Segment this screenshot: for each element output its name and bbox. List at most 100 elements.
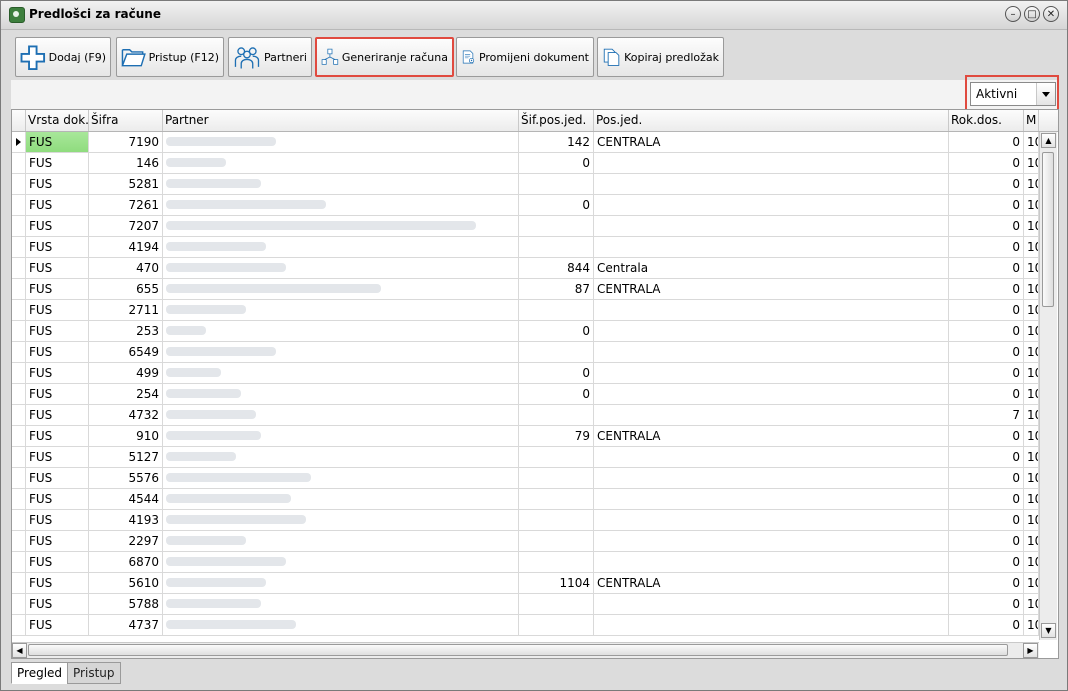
- cell-sifpos[interactable]: [519, 468, 594, 488]
- cell-posjed[interactable]: CENTRALA: [594, 573, 949, 593]
- cell-sifra[interactable]: 6870: [89, 552, 163, 572]
- cell-rok[interactable]: 0: [949, 279, 1024, 299]
- cell-partner[interactable]: [163, 552, 519, 572]
- cell-sifra[interactable]: 910: [89, 426, 163, 446]
- row-indicator[interactable]: [12, 237, 26, 257]
- cell-sifpos[interactable]: 0: [519, 321, 594, 341]
- cell-sifpos[interactable]: 87: [519, 279, 594, 299]
- current-row-indicator[interactable]: [12, 132, 26, 152]
- cell-vrsta[interactable]: FUS: [26, 342, 89, 362]
- cell-rok[interactable]: 0: [949, 615, 1024, 635]
- cell-posjed[interactable]: Centrala: [594, 258, 949, 278]
- cell-posjed[interactable]: [594, 468, 949, 488]
- cell-partner[interactable]: [163, 342, 519, 362]
- cell-sifra[interactable]: 2297: [89, 531, 163, 551]
- row-indicator[interactable]: [12, 468, 26, 488]
- change-document-button[interactable]: Promijeni dokument: [456, 37, 594, 77]
- cell-sifpos[interactable]: [519, 237, 594, 257]
- cell-vrsta[interactable]: FUS: [26, 615, 89, 635]
- cell-posjed[interactable]: CENTRALA: [594, 132, 949, 152]
- cell-rok[interactable]: 0: [949, 258, 1024, 278]
- cell-rok[interactable]: 0: [949, 447, 1024, 467]
- col-header-sifra[interactable]: Šifra: [89, 110, 163, 131]
- cell-vrsta[interactable]: FUS: [26, 279, 89, 299]
- cell-vrsta[interactable]: FUS: [26, 237, 89, 257]
- table-row[interactable]: FUS2711 010: [12, 300, 1039, 321]
- cell-vrsta[interactable]: FUS: [26, 384, 89, 404]
- cell-sifpos[interactable]: 0: [519, 384, 594, 404]
- cell-vrsta[interactable]: FUS: [26, 552, 89, 572]
- scroll-up-icon[interactable]: ▲: [1041, 133, 1056, 148]
- table-row[interactable]: FUS470 844Centrala010: [12, 258, 1039, 279]
- cell-rok[interactable]: 0: [949, 531, 1024, 551]
- cell-rok[interactable]: 0: [949, 573, 1024, 593]
- cell-rok[interactable]: 0: [949, 384, 1024, 404]
- cell-vrsta[interactable]: FUS: [26, 321, 89, 341]
- scroll-down-icon[interactable]: ▼: [1041, 623, 1056, 638]
- cell-sifra[interactable]: 6549: [89, 342, 163, 362]
- generate-invoices-button[interactable]: Generiranje računa: [315, 37, 454, 77]
- cell-posjed[interactable]: [594, 237, 949, 257]
- cell-partner[interactable]: [163, 447, 519, 467]
- cell-partner[interactable]: [163, 132, 519, 152]
- row-indicator[interactable]: [12, 258, 26, 278]
- cell-sifra[interactable]: 146: [89, 153, 163, 173]
- cell-sifra[interactable]: 4732: [89, 405, 163, 425]
- table-row[interactable]: FUS1460010: [12, 153, 1039, 174]
- cell-vrsta[interactable]: FUS: [26, 405, 89, 425]
- tab-pristup[interactable]: Pristup: [67, 662, 121, 684]
- cell-sifra[interactable]: 5127: [89, 447, 163, 467]
- col-header-rokdos[interactable]: Rok.dos.: [949, 110, 1024, 131]
- col-header-vrsta[interactable]: Vrsta dok.: [26, 110, 89, 131]
- add-button[interactable]: Dodaj (F9): [15, 37, 111, 77]
- cell-rok[interactable]: 0: [949, 195, 1024, 215]
- cell-posjed[interactable]: CENTRALA: [594, 426, 949, 446]
- cell-partner[interactable]: [163, 363, 519, 383]
- table-row[interactable]: FUS655 87CENTRALA010: [12, 279, 1039, 300]
- cell-posjed[interactable]: [594, 195, 949, 215]
- cell-sifpos[interactable]: [519, 405, 594, 425]
- cell-sifra[interactable]: 7190: [89, 132, 163, 152]
- cell-rok[interactable]: 0: [949, 342, 1024, 362]
- scroll-left-icon[interactable]: ◀: [12, 643, 27, 658]
- cell-sifra[interactable]: 5281: [89, 174, 163, 194]
- cell-m[interactable]: 10: [1024, 174, 1039, 194]
- cell-sifra[interactable]: 4544: [89, 489, 163, 509]
- cell-posjed[interactable]: [594, 321, 949, 341]
- cell-rok[interactable]: 0: [949, 153, 1024, 173]
- cell-vrsta[interactable]: FUS: [26, 174, 89, 194]
- cell-rok[interactable]: 0: [949, 174, 1024, 194]
- cell-vrsta[interactable]: FUS: [26, 363, 89, 383]
- cell-partner[interactable]: [163, 405, 519, 425]
- cell-partner[interactable]: [163, 237, 519, 257]
- cell-partner[interactable]: [163, 216, 519, 236]
- table-row[interactable]: FUS5610 1104CENTRALA010: [12, 573, 1039, 594]
- row-indicator[interactable]: [12, 279, 26, 299]
- cell-m[interactable]: 10: [1024, 489, 1039, 509]
- col-header-m[interactable]: M: [1024, 110, 1039, 131]
- cell-partner[interactable]: [163, 468, 519, 488]
- table-row[interactable]: FUS910 79CENTRALA010: [12, 426, 1039, 447]
- cell-m[interactable]: 10: [1024, 258, 1039, 278]
- row-indicator[interactable]: [12, 594, 26, 614]
- cell-rok[interactable]: 0: [949, 321, 1024, 341]
- row-indicator[interactable]: [12, 153, 26, 173]
- cell-m[interactable]: 10: [1024, 426, 1039, 446]
- cell-vrsta[interactable]: FUS: [26, 300, 89, 320]
- tab-pregled[interactable]: Pregled: [11, 662, 69, 684]
- row-indicator[interactable]: [12, 531, 26, 551]
- minimize-icon[interactable]: –: [1005, 6, 1021, 22]
- horizontal-scroll-thumb[interactable]: [28, 644, 1008, 656]
- cell-rok[interactable]: 0: [949, 468, 1024, 488]
- cell-partner[interactable]: [163, 510, 519, 530]
- cell-sifra[interactable]: 253: [89, 321, 163, 341]
- cell-m[interactable]: 10: [1024, 510, 1039, 530]
- cell-m[interactable]: 10: [1024, 132, 1039, 152]
- table-row[interactable]: FUS6870 010: [12, 552, 1039, 573]
- partners-button[interactable]: Partneri: [228, 37, 312, 77]
- cell-partner[interactable]: [163, 384, 519, 404]
- cell-sifra[interactable]: 5610: [89, 573, 163, 593]
- table-row[interactable]: FUS72610010: [12, 195, 1039, 216]
- table-row[interactable]: FUS6549 010: [12, 342, 1039, 363]
- row-indicator[interactable]: [12, 615, 26, 635]
